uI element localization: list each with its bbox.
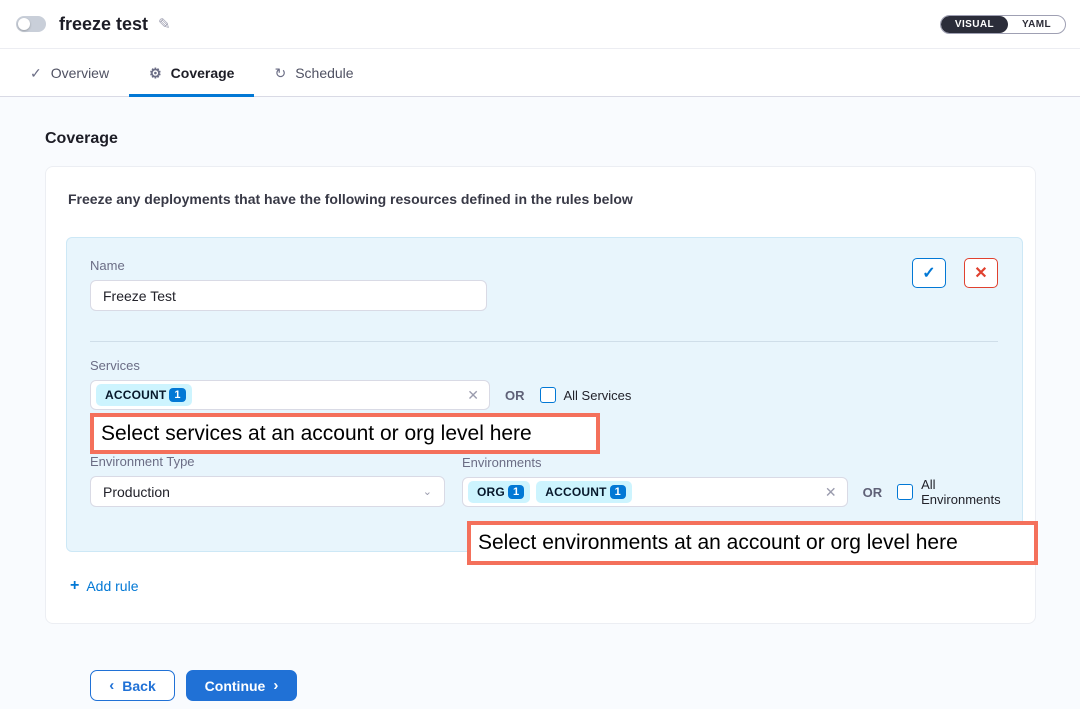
- continue-button[interactable]: Continue ›: [186, 670, 297, 701]
- all-environments-checkbox[interactable]: [897, 484, 913, 500]
- yaml-mode-button[interactable]: YAML: [1008, 16, 1065, 33]
- coverage-card: Freeze any deployments that have the fol…: [45, 166, 1036, 624]
- schedule-icon: ↻: [274, 66, 286, 80]
- footer: ‹ Back Continue ›: [90, 670, 1036, 701]
- all-environments-label: All Environments: [921, 477, 1015, 507]
- continue-label: Continue: [205, 678, 266, 694]
- check-icon: ✓: [30, 66, 42, 80]
- close-icon: ✕: [974, 263, 987, 283]
- add-rule-label: Add rule: [86, 578, 138, 594]
- tag-count-badge: 1: [610, 485, 626, 499]
- all-services-label: All Services: [564, 388, 632, 403]
- gear-icon: ⚙: [149, 66, 162, 80]
- environment-type-select[interactable]: Production ⌄: [90, 476, 445, 507]
- back-button[interactable]: ‹ Back: [90, 670, 175, 701]
- back-label: Back: [122, 678, 155, 694]
- add-rule-button[interactable]: + Add rule: [70, 578, 139, 594]
- tab-bar: ✓ Overview ⚙ Coverage ↻ Schedule: [0, 49, 1080, 97]
- check-icon: ✓: [922, 263, 935, 283]
- environment-tag-account[interactable]: ACCOUNT 1: [536, 481, 632, 503]
- environments-label: Environments: [462, 455, 1015, 470]
- page-title: freeze test: [59, 14, 148, 35]
- tab-coverage-label: Coverage: [171, 65, 235, 81]
- tag-count-badge: 1: [508, 485, 524, 499]
- tab-overview[interactable]: ✓ Overview: [10, 49, 129, 96]
- services-or-label: OR: [505, 388, 525, 403]
- edit-title-icon[interactable]: ✎: [158, 15, 171, 33]
- environment-type-label: Environment Type: [90, 454, 445, 469]
- panel-divider: [90, 341, 998, 342]
- tab-overview-label: Overview: [51, 65, 109, 81]
- tag-text: ORG: [477, 485, 505, 499]
- continue-arrow-icon: ›: [273, 677, 278, 694]
- environment-type-group: Environment Type Production ⌄: [90, 454, 445, 507]
- environments-input[interactable]: ORG 1 ACCOUNT 1 ✕: [462, 477, 848, 507]
- freeze-enable-toggle[interactable]: [16, 16, 46, 32]
- environment-type-value: Production: [103, 484, 170, 500]
- services-annotation: Select services at an account or org lev…: [90, 413, 600, 454]
- name-input[interactable]: Freeze Test: [90, 280, 487, 311]
- rule-panel: Name Freeze Test ✓ ✕ Services: [66, 237, 1023, 552]
- services-label: Services: [90, 358, 998, 373]
- environments-annotation: Select environments at an account or org…: [467, 521, 1038, 565]
- rule-actions: ✓ ✕: [912, 258, 998, 288]
- content-area: Coverage Freeze any deployments that hav…: [0, 97, 1080, 701]
- toggle-knob: [18, 18, 30, 30]
- environments-group: Environments ORG 1 ACCOUNT 1 ✕: [462, 455, 1015, 507]
- all-services-checkbox[interactable]: [540, 387, 556, 403]
- name-field-group: Name Freeze Test: [90, 258, 487, 311]
- plus-icon: +: [70, 578, 79, 594]
- chevron-down-icon: ⌄: [423, 485, 432, 498]
- tab-schedule[interactable]: ↻ Schedule: [254, 49, 373, 96]
- clear-environments-icon[interactable]: ✕: [825, 484, 837, 501]
- tag-count-badge: 1: [169, 388, 185, 402]
- tag-text: ACCOUNT: [545, 485, 606, 499]
- services-input[interactable]: ACCOUNT 1 ✕: [90, 380, 490, 410]
- tag-text: ACCOUNT: [105, 388, 166, 402]
- environment-tag-org[interactable]: ORG 1: [468, 481, 530, 503]
- tab-coverage[interactable]: ⚙ Coverage: [129, 49, 254, 96]
- tab-schedule-label: Schedule: [295, 65, 353, 81]
- clear-services-icon[interactable]: ✕: [467, 387, 479, 404]
- name-label: Name: [90, 258, 487, 273]
- header: freeze test ✎ VISUAL YAML: [0, 0, 1080, 49]
- service-tag-account[interactable]: ACCOUNT 1: [96, 384, 192, 406]
- section-title: Coverage: [45, 130, 1036, 148]
- back-arrow-icon: ‹: [109, 677, 114, 694]
- environments-or-label: OR: [863, 485, 883, 500]
- visual-yaml-toggle[interactable]: VISUAL YAML: [940, 15, 1066, 34]
- confirm-rule-button[interactable]: ✓: [912, 258, 946, 288]
- cancel-rule-button[interactable]: ✕: [964, 258, 998, 288]
- visual-mode-button[interactable]: VISUAL: [941, 16, 1008, 33]
- intro-text: Freeze any deployments that have the fol…: [66, 191, 1023, 207]
